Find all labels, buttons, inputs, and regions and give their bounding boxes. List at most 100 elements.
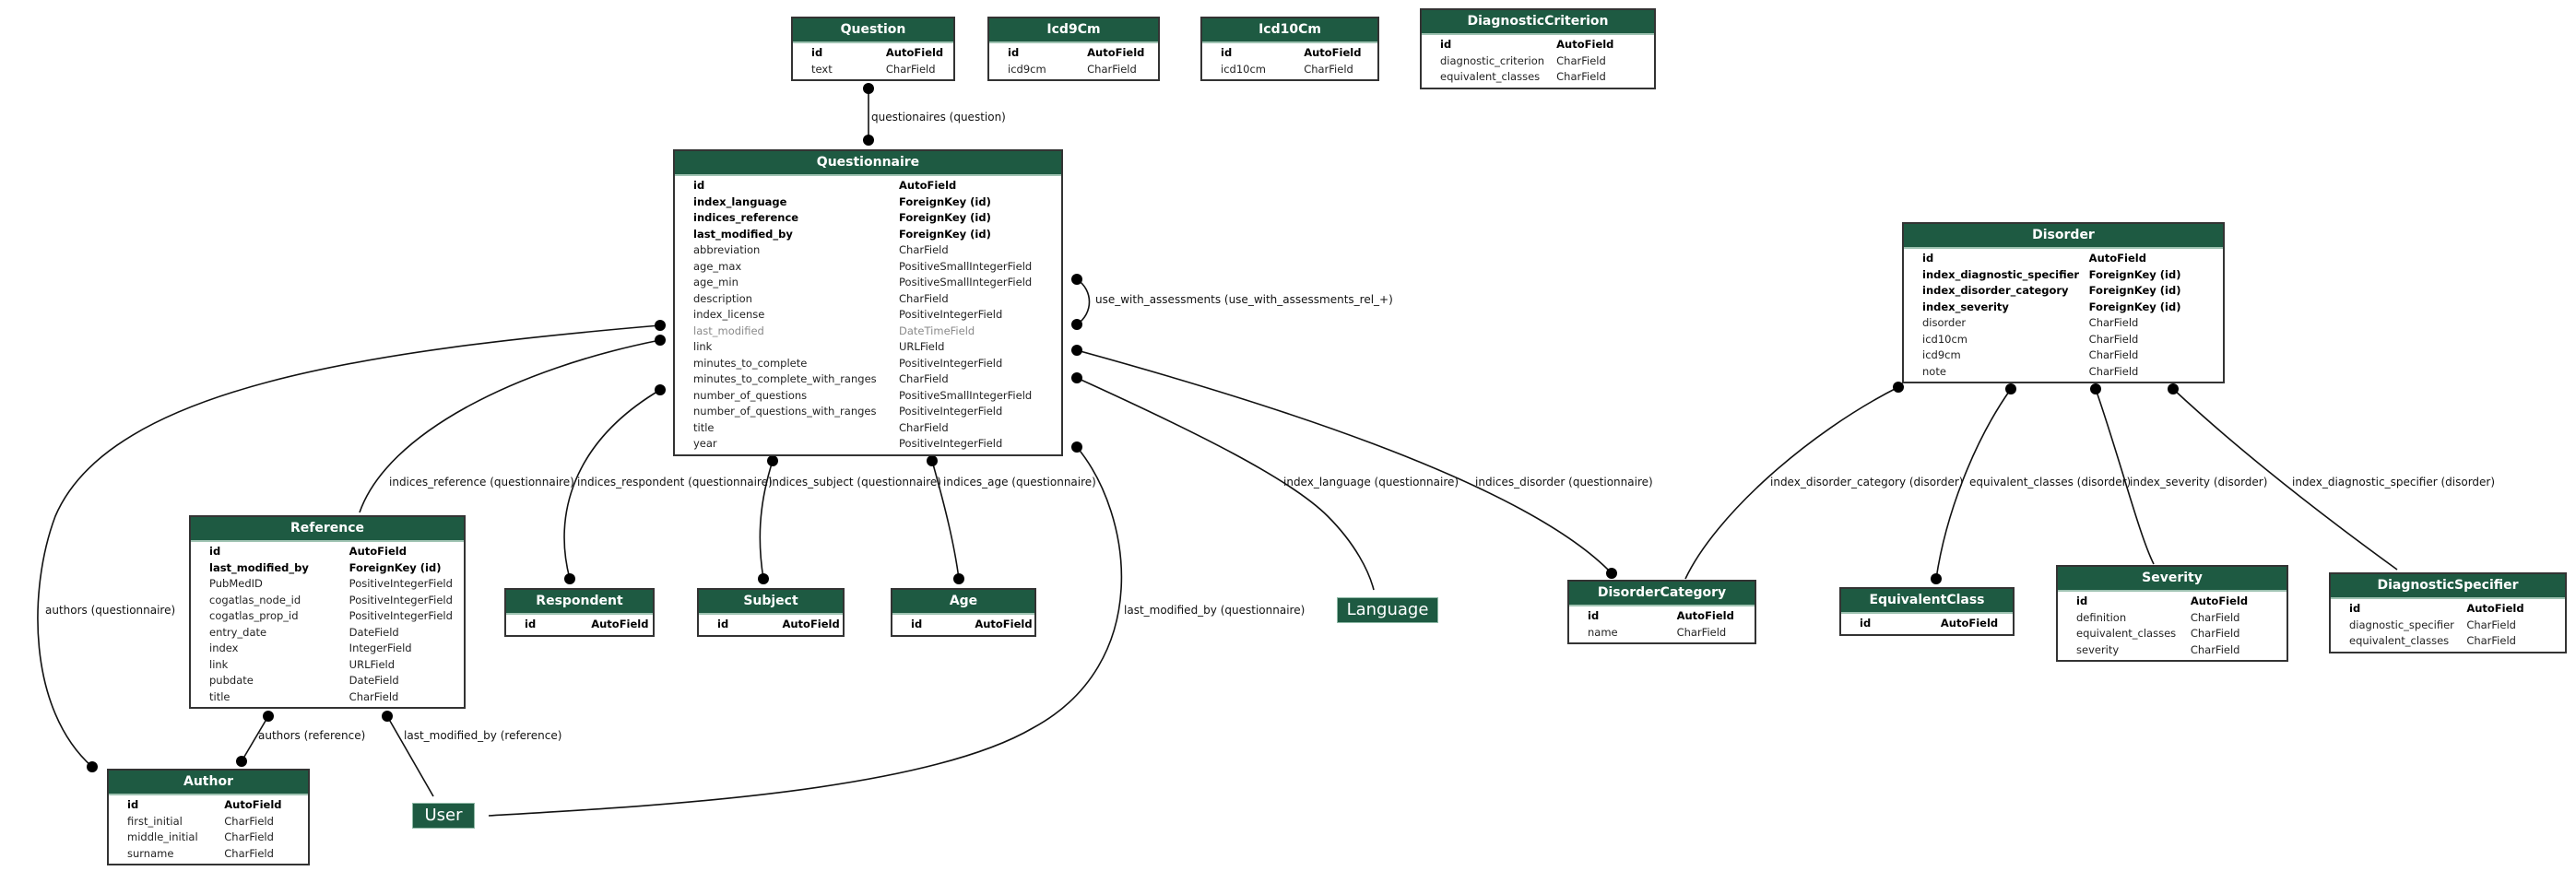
model-reference[interactable]: Reference id AutoField last_modified_by Fore… [189,515,466,709]
field-row: id AutoField [191,544,464,560]
label-indices-age: indices_age (questionnaire) [943,476,1096,488]
field-name: PubMedID [209,577,263,590]
field-row: diagnostic_specifier CharField [2331,618,2565,634]
model-questionnaire[interactable]: Questionnaire id AutoField index_language Fo… [673,149,1063,456]
label-index-diagnostic-specifier: index_diagnostic_specifier (disorder) [2292,476,2496,488]
field-row: PubMedID PositiveIntegerField [191,576,464,593]
field-name: number_of_questions [693,388,808,402]
field-row: index_diagnostic_specifier ForeignKey (id… [1904,267,2223,284]
field-name: icd9cm [1008,62,1046,76]
field-row: age_max PositiveSmallIntegerField [675,259,1061,276]
field-type: URLField [899,340,945,353]
label-indices-reference: indices_reference (questionnaire) [389,476,574,488]
field-type: AutoField [885,46,944,59]
model-title: Severity [2058,567,2286,592]
field-type: CharField [1556,53,1606,67]
field-list: id AutoField icd9cm CharField [989,45,1158,77]
model-icd10cm[interactable]: Icd10Cm id AutoField icd10cm CharField [1200,17,1379,81]
field-name: id [811,46,823,59]
field-row: equivalent_classes CharField [2331,633,2565,650]
field-name: title [209,689,230,703]
field-name: entry_date [209,625,267,639]
model-respondent[interactable]: Respondent id AutoField [504,588,655,637]
field-row: icd10cm CharField [1202,62,1377,78]
field-list: id AutoField icd10cm CharField [1202,45,1377,77]
field-row: first_initial CharField [109,814,308,830]
field-name: age_min [693,276,739,288]
field-name: id [2349,602,2361,615]
field-type: PositiveIntegerField [349,593,453,606]
field-list: id AutoField last_modified_by ForeignKey (i… [191,544,464,705]
node-user[interactable]: User [412,803,475,829]
field-name: id [127,798,139,811]
model-author[interactable]: Author id AutoField first_initial CharField m… [107,769,310,865]
model-title: EquivalentClass [1841,589,2013,614]
label-indices-subject: indices_subject (questionnaire) [769,476,941,488]
node-language[interactable]: Language [1337,597,1438,623]
field-row: id AutoField [1569,608,1755,625]
field-row: text CharField [793,62,953,78]
model-severity[interactable]: Severity id AutoField definition CharField eq… [2056,565,2288,662]
field-name: first_initial [127,814,183,828]
model-diagnosticspecifier[interactable]: DiagnosticSpecifier id AutoField diagnostic… [2329,572,2567,653]
field-row: id AutoField [989,45,1158,62]
field-row: cogatlas_prop_id PositiveIntegerField [191,608,464,625]
field-type: AutoField [899,179,957,192]
field-name: description [693,291,752,305]
relation-edges [37,83,2398,817]
field-type: CharField [1676,625,1727,639]
field-row: description CharField [675,291,1061,308]
field-list: id AutoField diagnostic_specifier CharField… [2331,601,2565,650]
field-type: AutoField [975,618,1033,630]
field-row: id AutoField [793,45,953,62]
field-row: title CharField [191,689,464,706]
field-type: AutoField [1087,46,1145,59]
field-name: last_modified_by [209,560,309,574]
field-name: link [693,340,713,353]
model-equivalentclass[interactable]: EquivalentClass id AutoField [1839,587,2015,636]
field-name: age_max [693,259,742,273]
field-name: id [1440,38,1452,51]
field-list: id AutoField definition CharField equivalent… [2058,594,2286,658]
model-age[interactable]: Age id AutoField [891,588,1036,637]
model-disordercategory[interactable]: DisorderCategory id AutoField name CharField [1567,580,1756,644]
field-name: index_language [693,194,787,208]
field-row: index IntegerField [191,641,464,657]
field-row: middle_initial CharField [109,830,308,846]
model-icd9cm[interactable]: Icd9Cm id AutoField icd9cm CharField [987,17,1160,81]
field-list: id AutoField [1841,616,2013,632]
model-subject[interactable]: Subject id AutoField [697,588,845,637]
model-title: Age [892,590,1034,615]
field-row: id AutoField [892,617,1034,633]
field-row: entry_date DateField [191,625,464,641]
field-type: ForeignKey (id) [2088,267,2181,281]
field-name: disorder [1922,316,1967,329]
field-name: index_severity [1922,300,2009,313]
model-title: Respondent [506,590,653,615]
field-type: CharField [885,62,936,76]
field-row: last_modified_by ForeignKey (id) [191,560,464,577]
field-type: CharField [2088,364,2139,378]
label-authors-reference: authors (reference) [258,729,366,742]
field-type: PositiveIntegerField [349,609,453,622]
field-row: index_license PositiveIntegerField [675,307,1061,324]
label-authors-questionnaire: authors (questionnaire) [45,604,176,617]
field-type: ForeignKey (id) [899,211,991,224]
field-type: CharField [899,420,949,434]
label-equivalent-classes: equivalent_classes (disorder) [1969,476,2132,488]
field-row: year PositiveIntegerField [675,436,1061,453]
field-name: last_modified_by [693,227,793,241]
field-type: CharField [224,830,274,843]
model-disorder[interactable]: Disorder id AutoField index_diagnostic_spec… [1902,222,2225,383]
model-diagnosticcriterion[interactable]: DiagnosticCriterion id AutoField diagnostic… [1420,8,1656,89]
field-type: CharField [224,814,274,828]
field-row: last_modified DateTimeField [675,324,1061,340]
field-type: CharField [1556,70,1606,83]
field-type: PositiveIntegerField [899,437,1003,450]
field-name: id [2076,594,2088,607]
model-title: Subject [699,590,843,615]
edge-indices-disorder [1076,349,1613,574]
field-name: id [693,179,705,192]
model-question[interactable]: Question id AutoField text CharField [791,17,955,81]
field-type: CharField [899,372,949,385]
